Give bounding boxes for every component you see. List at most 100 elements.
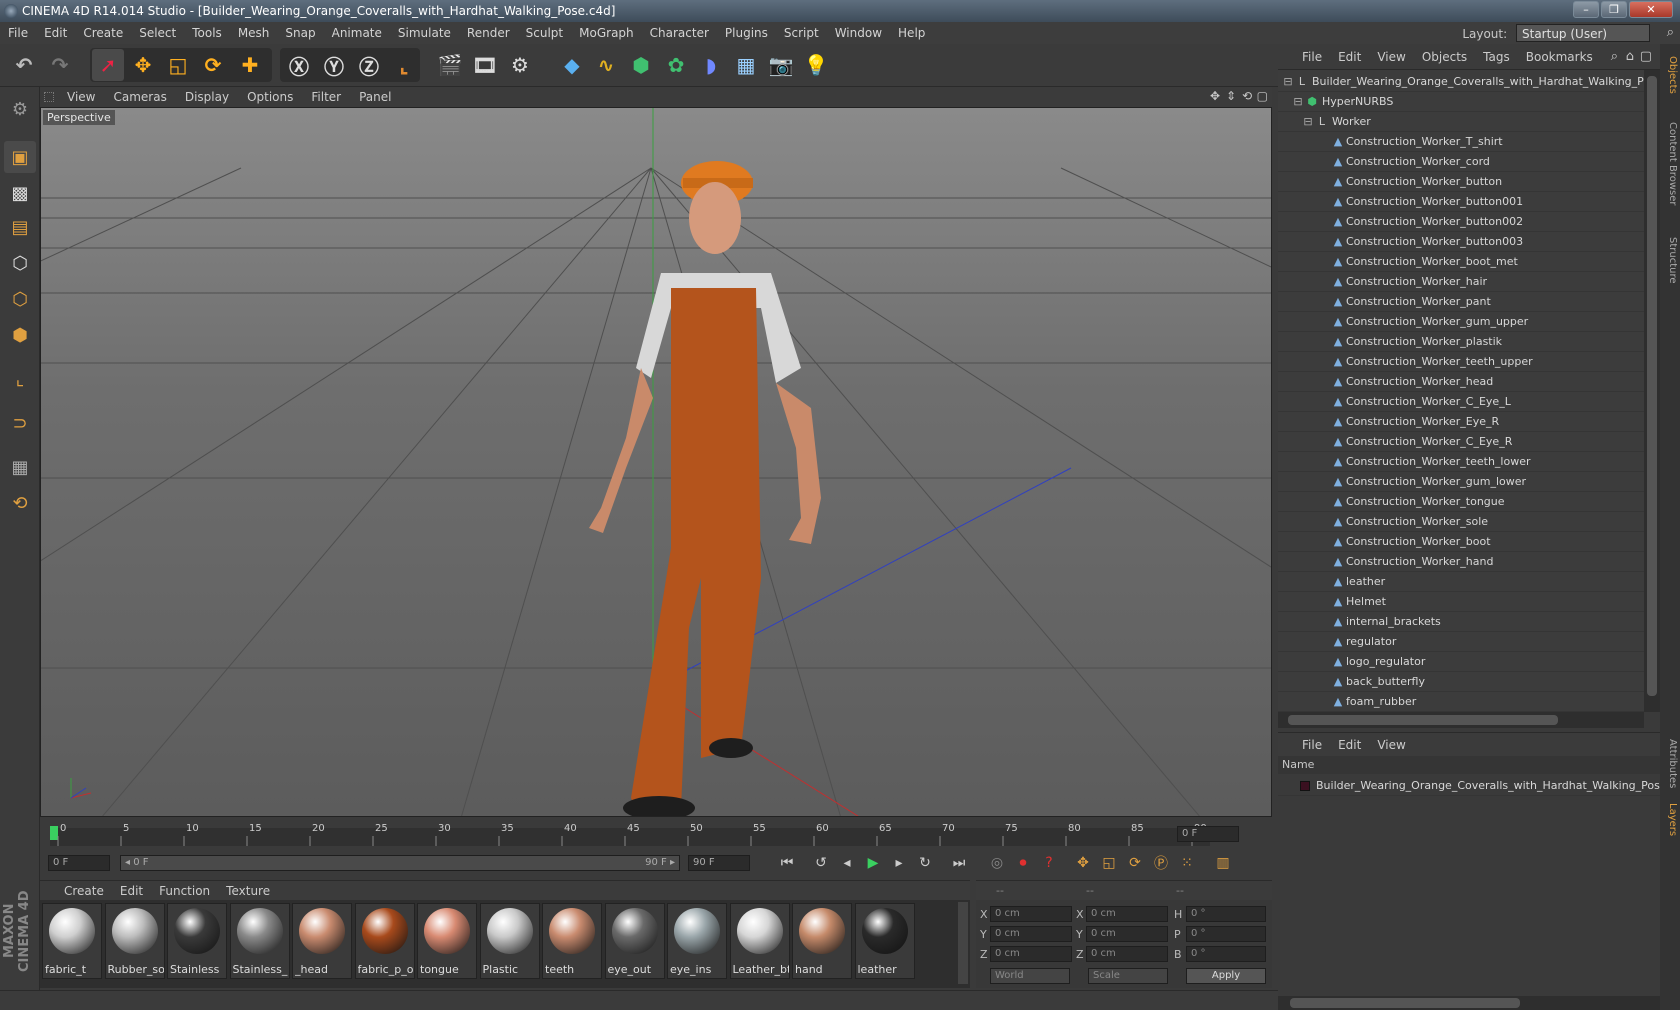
- object-row[interactable]: ▲ Construction_Worker_tongue: [1278, 492, 1644, 512]
- material-swatch[interactable]: eye_out: [604, 903, 665, 979]
- material-swatch[interactable]: fabric_t: [42, 903, 102, 979]
- array-icon[interactable]: ✿: [660, 49, 692, 81]
- rotate-icon[interactable]: ⟳: [197, 49, 229, 81]
- axis-mode-icon[interactable]: ⌞: [4, 363, 36, 395]
- viewport-menu-view[interactable]: View: [58, 87, 104, 107]
- light-icon[interactable]: 💡: [800, 49, 832, 81]
- search-icon[interactable]: ⌕: [1667, 25, 1674, 40]
- om-new-window-icon[interactable]: ▢: [1640, 49, 1652, 64]
- go-to-start-icon[interactable]: ⏮: [776, 853, 798, 873]
- collapse-icon[interactable]: ⊟: [1302, 116, 1314, 128]
- coordinate-system-icon[interactable]: ⌞: [388, 49, 420, 81]
- y-axis-icon[interactable]: Ⓨ: [318, 49, 350, 81]
- viewport-menu-display[interactable]: Display: [176, 87, 238, 107]
- viewport-menu-panel[interactable]: Panel: [350, 87, 400, 107]
- polygons-mode-icon[interactable]: ⬢: [4, 319, 36, 351]
- object-row[interactable]: ▲ Construction_Worker_button: [1278, 172, 1644, 192]
- menu-file[interactable]: File: [0, 22, 36, 44]
- material-list-scrollbar[interactable]: [958, 902, 968, 984]
- om-home-icon[interactable]: ⌂: [1626, 49, 1634, 64]
- x-axis-icon[interactable]: Ⓧ: [283, 49, 315, 81]
- snap-magnet-icon[interactable]: ⊃: [4, 407, 36, 439]
- object-row-worker[interactable]: ⊟ L Worker: [1278, 112, 1644, 132]
- object-list-vertical-scrollbar[interactable]: [1644, 70, 1660, 712]
- locked-workplane-icon[interactable]: ⟲: [4, 487, 36, 519]
- menu-render[interactable]: Render: [459, 22, 518, 44]
- timeline-ruler[interactable]: 051015202530354045505560657075808590 0 F: [40, 818, 1272, 850]
- object-row[interactable]: ▲ leather: [1278, 572, 1644, 592]
- viewport-menu-options[interactable]: Options: [238, 87, 302, 107]
- object-row[interactable]: ▲ Construction_Worker_C_Eye_L: [1278, 392, 1644, 412]
- material-swatch[interactable]: Plastic: [479, 903, 540, 979]
- position-z-field[interactable]: 0 cm: [990, 946, 1072, 962]
- key-parameter-icon[interactable]: Ⓟ: [1150, 853, 1172, 873]
- frame-range-slider[interactable]: ◂ 0 F 90 F ▸: [120, 855, 680, 871]
- object-row[interactable]: ▲ Construction_Worker_hair: [1278, 272, 1644, 292]
- rotation-b-field[interactable]: 0 °: [1186, 946, 1266, 962]
- tab-attributes[interactable]: Attributes: [1662, 734, 1678, 794]
- position-x-field[interactable]: 0 cm: [990, 906, 1072, 922]
- menu-sculpt[interactable]: Sculpt: [518, 22, 571, 44]
- zoom-view-icon[interactable]: ⇕: [1226, 89, 1236, 103]
- material-swatch[interactable]: fabric_p_o: [354, 903, 415, 979]
- material-swatch[interactable]: Stainless_: [229, 903, 290, 979]
- nurbs-icon[interactable]: ⬢: [625, 49, 657, 81]
- tab-objects[interactable]: Objects: [1662, 50, 1678, 100]
- key-pla-icon[interactable]: ⁙: [1176, 853, 1198, 873]
- previous-key-icon[interactable]: ↺: [810, 853, 832, 873]
- object-list-horizontal-scrollbar[interactable]: [1278, 712, 1644, 728]
- lm-menu-edit[interactable]: Edit: [1330, 733, 1369, 757]
- start-frame-field[interactable]: 0 F: [48, 855, 110, 871]
- size-z-field[interactable]: 0 cm: [1086, 946, 1168, 962]
- om-menu-bookmarks[interactable]: Bookmarks: [1518, 44, 1601, 70]
- material-swatch[interactable]: Leather_bt: [729, 903, 790, 979]
- maximize-button[interactable]: ❐: [1601, 1, 1627, 18]
- menu-window[interactable]: Window: [827, 22, 890, 44]
- material-swatch[interactable]: tongue: [417, 903, 477, 979]
- object-row[interactable]: ▲ logo_regulator: [1278, 652, 1644, 672]
- live-selection-icon[interactable]: ➚: [92, 49, 124, 81]
- menu-mesh[interactable]: Mesh: [230, 22, 278, 44]
- key-position-icon[interactable]: ✥: [1072, 853, 1094, 873]
- object-row[interactable]: ▲ Construction_Worker_head: [1278, 372, 1644, 392]
- object-row-hypernurbs[interactable]: ⊟ ⬢ HyperNURBS: [1278, 92, 1644, 112]
- object-row[interactable]: ▲ Construction_Worker_teeth_upper: [1278, 352, 1644, 372]
- viewport-menu-cameras[interactable]: Cameras: [104, 87, 175, 107]
- material-swatch[interactable]: leather: [854, 903, 915, 979]
- rotate-view-icon[interactable]: ⟲: [1242, 89, 1252, 103]
- object-row[interactable]: ▲ Construction_Worker_boot: [1278, 532, 1644, 552]
- tab-layers[interactable]: Layers: [1662, 800, 1678, 840]
- object-row[interactable]: ▲ Construction_Worker_button003: [1278, 232, 1644, 252]
- menu-mograph[interactable]: MoGraph: [571, 22, 642, 44]
- menu-animate[interactable]: Animate: [324, 22, 390, 44]
- om-menu-view[interactable]: View: [1369, 44, 1413, 70]
- scale-mode-dropdown[interactable]: Scale: [1088, 968, 1168, 984]
- lm-menu-view[interactable]: View: [1369, 733, 1413, 757]
- menu-snap[interactable]: Snap: [277, 22, 323, 44]
- object-row[interactable]: ▲ Helmet: [1278, 592, 1644, 612]
- material-swatch[interactable]: teeth: [542, 903, 602, 979]
- object-row[interactable]: ▲ Construction_Worker_pant: [1278, 292, 1644, 312]
- material-swatch[interactable]: hand: [792, 903, 852, 979]
- menu-help[interactable]: Help: [890, 22, 933, 44]
- material-menu-create[interactable]: Create: [56, 881, 112, 901]
- material-swatch[interactable]: _head: [292, 903, 352, 979]
- object-row[interactable]: ▲ Construction_Worker_button001: [1278, 192, 1644, 212]
- position-y-field[interactable]: 0 cm: [990, 926, 1072, 942]
- om-search-icon[interactable]: ⌕: [1611, 49, 1618, 64]
- object-row[interactable]: ▲ Construction_Worker_T_shirt: [1278, 132, 1644, 152]
- object-row[interactable]: ▲ internal_brackets: [1278, 612, 1644, 632]
- edges-mode-icon[interactable]: ⬡: [4, 283, 36, 315]
- render-settings-icon[interactable]: ⚙: [504, 49, 536, 81]
- material-swatch[interactable]: eye_ins: [667, 903, 727, 979]
- perspective-viewport[interactable]: Perspective: [40, 107, 1272, 817]
- previous-frame-icon[interactable]: ◂: [836, 853, 858, 873]
- menu-simulate[interactable]: Simulate: [390, 22, 459, 44]
- redo-icon[interactable]: ↷: [44, 49, 76, 81]
- go-to-end-icon[interactable]: ⏭: [948, 853, 970, 873]
- object-row[interactable]: ▲ foam_rubber: [1278, 692, 1644, 712]
- layer-row[interactable]: Builder_Wearing_Orange_Coveralls_with_Ha…: [1278, 776, 1667, 796]
- play-icon[interactable]: ▶: [862, 853, 884, 873]
- cube-primitive-icon[interactable]: ◆: [556, 49, 588, 81]
- render-view-icon[interactable]: 🎬: [434, 49, 466, 81]
